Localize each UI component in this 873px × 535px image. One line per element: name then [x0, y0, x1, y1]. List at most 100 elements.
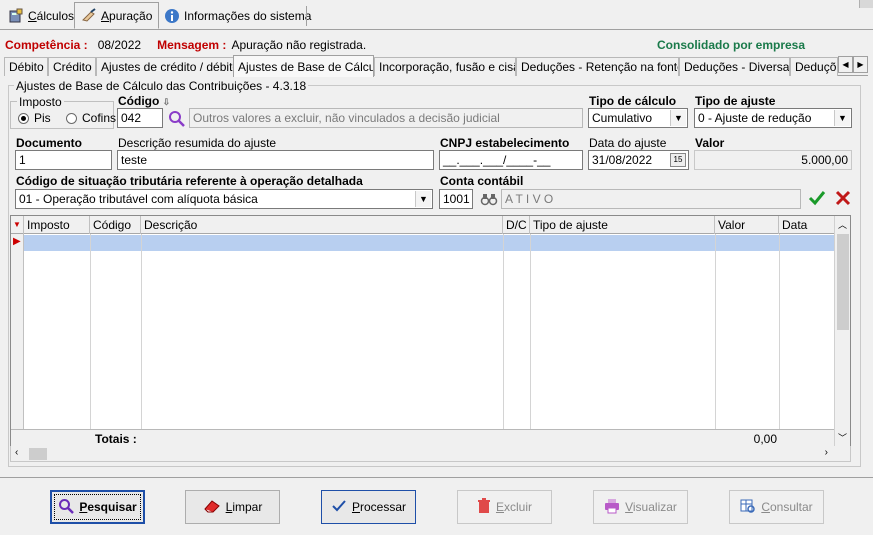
scroll-down-icon[interactable]: ﹀: [838, 431, 847, 444]
grid-header: ▼ Imposto Código Descrição D/C Tipo de a…: [11, 216, 835, 234]
chevron-down-icon: ▼: [670, 110, 686, 126]
competencia-value: 08/2022: [97, 37, 142, 52]
scroll-left-icon[interactable]: ‹: [15, 447, 18, 458]
excluir-button[interactable]: Excluir: [457, 490, 552, 524]
scroll-thumb[interactable]: [29, 448, 47, 460]
binoculars-icon[interactable]: [480, 191, 498, 207]
group-title: Ajustes de Base de Cálculo das Contribui…: [14, 79, 309, 93]
descricao-input[interactable]: teste: [117, 150, 434, 170]
info-icon: [164, 8, 180, 24]
grid-totals-row: Totais : 0,00: [11, 429, 835, 446]
tab-credito[interactable]: Crédito: [48, 57, 96, 76]
descricao-label: Descrição resumida do ajuste: [118, 136, 277, 150]
grid-col-line: [715, 234, 716, 430]
valor-input[interactable]: 5.000,00: [694, 150, 852, 170]
printer-icon: [604, 498, 620, 517]
calendar-icon[interactable]: 15: [670, 153, 686, 167]
calculator-icon: [8, 8, 24, 24]
tab-informacoes[interactable]: Informações do sistema: [158, 4, 317, 28]
tab-scroll-right-button[interactable]: ▶: [853, 56, 868, 73]
ajustes-grid[interactable]: ▼ Imposto Código Descrição D/C Tipo de a…: [10, 215, 851, 447]
visualizar-button[interactable]: Visualizar: [593, 490, 688, 524]
codigo-input[interactable]: 042: [117, 108, 163, 128]
radio-cofins[interactable]: Cofins: [66, 111, 116, 125]
row-indicator-column: ▶: [11, 234, 24, 430]
consultar-button[interactable]: Consultar: [729, 490, 824, 524]
arrow-left-icon: ◀: [842, 60, 849, 69]
grid-col-line: [503, 234, 504, 430]
grid-col-line: [141, 234, 142, 430]
sort-down-icon: ▼: [13, 220, 21, 229]
totals-value: 0,00: [753, 432, 777, 446]
info-bar: Competência : 08/2022 Mensagem : Apuraçã…: [5, 35, 868, 54]
apuracao-tabs: Débito Crédito Ajustes de crédito / débi…: [4, 55, 868, 77]
conta-input[interactable]: 1001: [439, 189, 473, 209]
tab-deducoes-more[interactable]: Deduçõ: [790, 57, 838, 76]
radio-pis[interactable]: Pis: [18, 111, 51, 125]
col-imposto[interactable]: Imposto: [24, 216, 90, 234]
col-descricao[interactable]: Descrição: [141, 216, 503, 234]
tipo-calculo-label: Tipo de cálculo: [589, 94, 677, 108]
consolidado-label: Consolidado por empresa: [657, 37, 806, 52]
processar-button[interactable]: Processar: [321, 490, 416, 524]
conta-label: Conta contábil: [440, 174, 524, 188]
search-icon: [58, 498, 75, 517]
grid-col-line: [530, 234, 531, 430]
tab-debito[interactable]: Débito: [4, 57, 48, 76]
tipo-ajuste-select[interactable]: 0 - Ajuste de redução ▼: [694, 108, 852, 128]
col-dc[interactable]: D/C: [503, 216, 530, 234]
table-row[interactable]: [24, 235, 835, 251]
documento-input[interactable]: 1: [15, 150, 112, 170]
eraser-icon: [203, 498, 221, 517]
codigo-description: Outros valores a excluir, não vinculados…: [189, 108, 583, 128]
competencia-label: Competência :: [5, 37, 88, 52]
tab-incorporacao[interactable]: Incorporação, fusão e cisão: [374, 57, 516, 76]
current-row-arrow-icon: ▶: [13, 236, 21, 247]
hand-writing-icon: [81, 7, 97, 24]
col-codigo[interactable]: Código: [90, 216, 141, 234]
imposto-label: Imposto: [17, 95, 64, 109]
chevron-down-icon: ▼: [834, 110, 850, 126]
cst-select[interactable]: 01 - Operação tributável com alíquota bá…: [15, 189, 433, 209]
pesquisar-button[interactable]: Pesquisar: [50, 490, 145, 524]
tab-divider: [306, 6, 307, 26]
radio-pis-dot: [18, 112, 29, 124]
tab-deducoes-retencao[interactable]: Deduções - Retenção na fonte: [516, 57, 679, 76]
conta-description: A T I V O: [501, 189, 801, 209]
limpar-button[interactable]: Limpar: [185, 490, 280, 524]
valor-label: Valor: [695, 136, 725, 150]
main-tabs: Cálculos Apuração Informações do sistema: [0, 0, 873, 30]
grid-col-line: [779, 234, 780, 430]
sort-icon: ⇩: [162, 97, 171, 107]
grid-vertical-scrollbar[interactable]: ︿ ﹀: [834, 216, 850, 446]
col-data[interactable]: Data: [779, 216, 835, 234]
scroll-right-icon[interactable]: ›: [825, 447, 828, 458]
documento-label: Documento: [16, 136, 82, 150]
grid-horizontal-scrollbar[interactable]: ‹ ›: [10, 446, 851, 462]
col-tipo-ajuste[interactable]: Tipo de ajuste: [530, 216, 715, 234]
tipo-ajuste-label: Tipo de ajuste: [695, 94, 776, 108]
scroll-up-icon[interactable]: ︿: [838, 218, 847, 231]
window-scroll-corner: [859, 0, 873, 8]
tab-ajustes-credito-debito[interactable]: Ajustes de crédito / débito: [96, 57, 234, 76]
table-search-icon: [740, 498, 756, 517]
data-input[interactable]: 31/08/2022 15: [588, 150, 689, 170]
tab-calculos[interactable]: Cálculos: [2, 4, 80, 28]
grid-indicator-header: ▼: [11, 216, 24, 234]
cnpj-label: CNPJ estabelecimento: [440, 136, 570, 150]
tab-apuracao[interactable]: Apuração: [74, 2, 160, 29]
tab-scroll-left-button[interactable]: ◀: [838, 56, 853, 73]
codigo-label: Código ⇩: [118, 94, 171, 108]
scroll-thumb[interactable]: [837, 234, 849, 330]
tab-deducoes-diversas[interactable]: Deduções - Diversas: [679, 57, 790, 76]
bottom-separator: [0, 477, 873, 478]
confirm-check-icon[interactable]: [808, 188, 826, 208]
cnpj-input[interactable]: __.___.___/____-__: [439, 150, 583, 170]
col-valor[interactable]: Valor: [715, 216, 779, 234]
tab-ajustes-base-calculo[interactable]: Ajustes de Base de Cálculo: [233, 55, 374, 77]
tipo-calculo-select[interactable]: Cumulativo ▼: [588, 108, 688, 128]
search-codigo-icon[interactable]: [167, 109, 187, 129]
mensagem-label: Mensagem :: [157, 37, 227, 52]
cancel-x-icon[interactable]: [834, 188, 852, 208]
check-icon: [331, 498, 347, 517]
